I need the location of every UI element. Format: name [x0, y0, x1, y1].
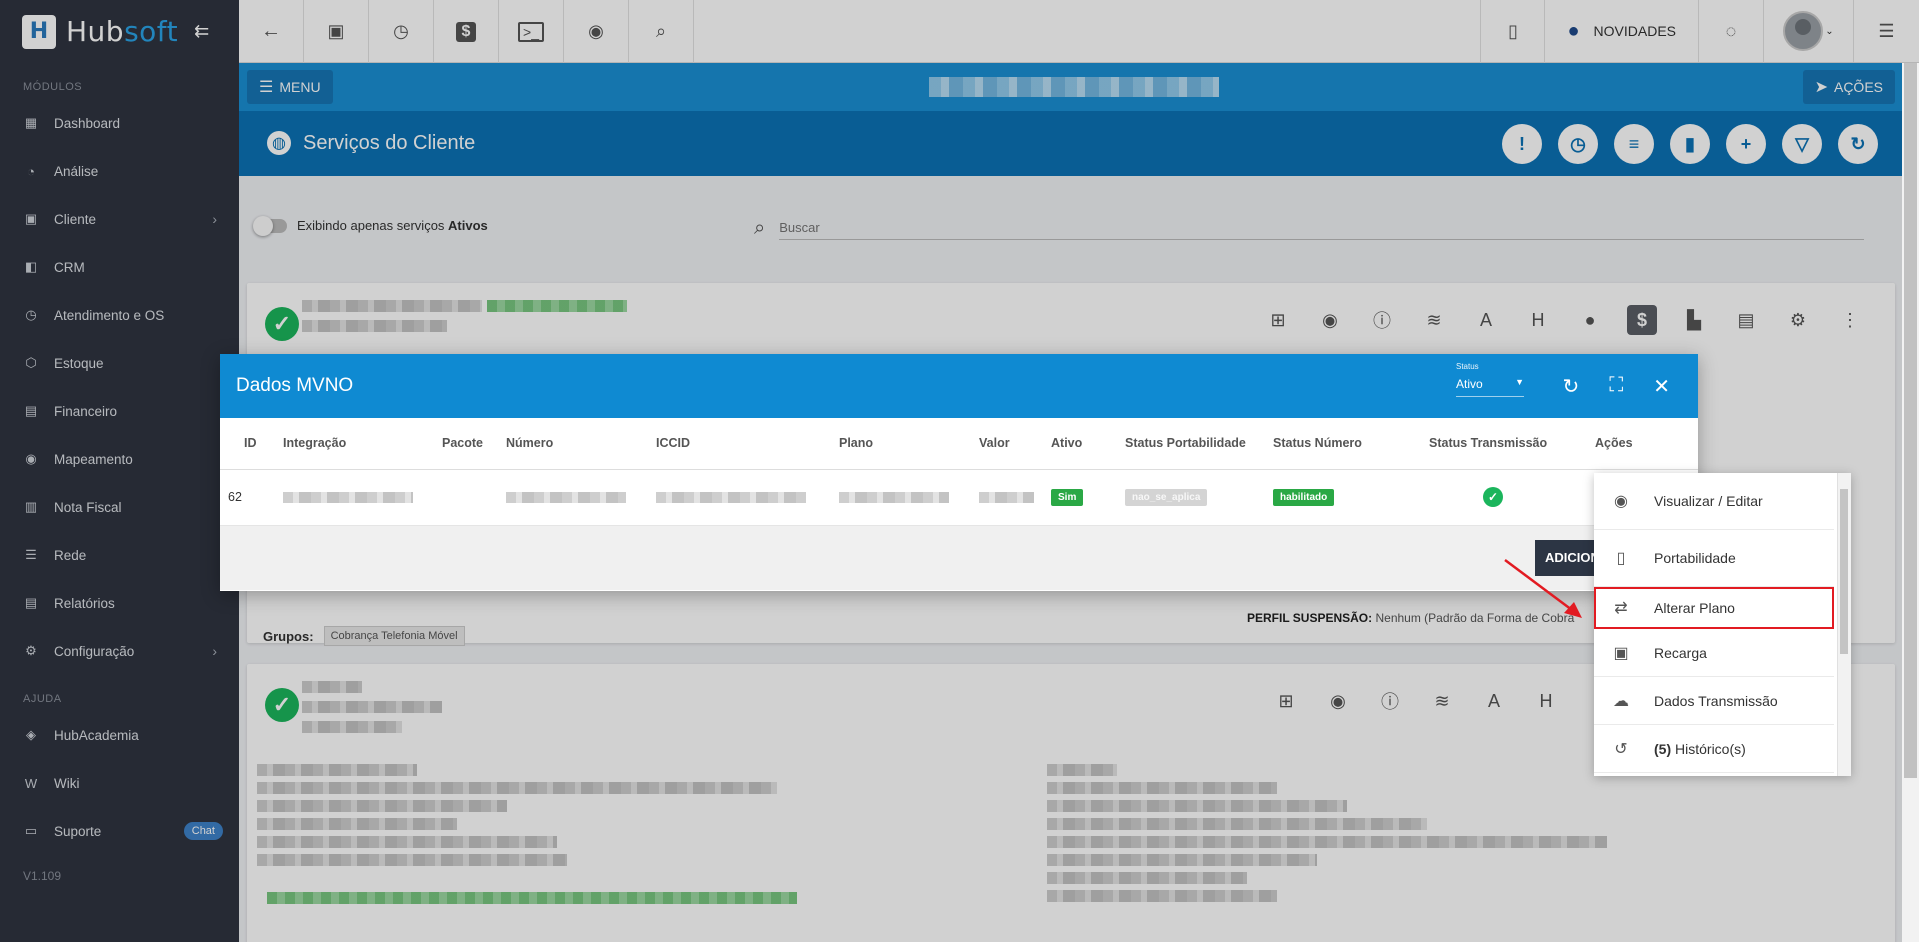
menu-item-dados-transmissao[interactable]: ☁ Dados Transmissão [1594, 677, 1834, 725]
menu-item-historicos[interactable]: ↺ (5) Histórico(s) [1594, 725, 1834, 773]
menu-item-portabilidade[interactable]: ▯ Portabilidade [1594, 530, 1834, 587]
modal-title: Dados MVNO [236, 375, 354, 396]
swap-icon: ⇄ [1614, 599, 1628, 617]
check-circle-icon: ✓ [1483, 487, 1503, 507]
close-icon[interactable]: ✕ [1653, 374, 1670, 399]
table-header: ID Integração Pacote Número ICCID Plano … [220, 418, 1698, 470]
history-icon: ↺ [1614, 740, 1628, 758]
actions-context-menu: ◉ Visualizar / Editar ▯ Portabilidade ⇄ Alt… [1594, 473, 1851, 776]
menu-item-alterar-plano[interactable]: ⇄ Alterar Plano [1594, 587, 1834, 629]
mvno-modal: Dados MVNO Status Ativo ▼ ↻ ⛶ ✕ ID Integr… [220, 354, 1698, 591]
annotation-arrow [1504, 558, 1582, 618]
fullscreen-icon[interactable]: ⛶ [1609, 374, 1623, 399]
eye-icon: ◉ [1614, 493, 1628, 510]
modal-backdrop-sidebar[interactable] [0, 0, 239, 942]
menu-item-recarga[interactable]: ▣ Recarga [1594, 629, 1834, 677]
portabilidade-badge: nao_se_aplica [1125, 488, 1208, 506]
context-menu-scrollbar[interactable] [1837, 473, 1851, 776]
page-scrollbar[interactable] [1902, 63, 1919, 942]
ativo-badge: Sim [1051, 488, 1084, 506]
modal-header-actions: ↻ ⛶ ✕ [1562, 374, 1670, 399]
caret-down-icon: ▼ [1515, 377, 1524, 387]
phone-icon: ▯ [1616, 550, 1626, 567]
table-row: 62 Sim nao_se_aplica habilitado ✓ [220, 469, 1698, 526]
refresh-icon[interactable]: ↻ [1562, 374, 1579, 399]
modal-footer: ADICIONAR [220, 525, 1698, 590]
cash-icon: ▣ [1613, 644, 1629, 662]
status-select[interactable]: Status Ativo ▼ [1456, 362, 1524, 397]
cloud-upload-icon: ☁ [1613, 692, 1629, 710]
mvno-table: ID Integração Pacote Número ICCID Plano … [220, 418, 1698, 526]
menu-item-visualizar-editar[interactable]: ◉ Visualizar / Editar [1594, 473, 1834, 530]
numero-badge: habilitado [1273, 488, 1335, 506]
modal-header: Dados MVNO Status Ativo ▼ ↻ ⛶ ✕ [220, 354, 1698, 418]
